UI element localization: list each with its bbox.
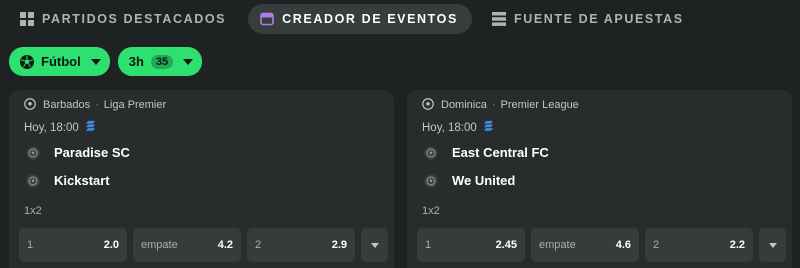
odd-value: 4.6 — [615, 239, 631, 251]
odd-button-home[interactable]: 1 2.0 — [19, 228, 127, 262]
more-markets-button[interactable] — [361, 228, 388, 262]
market-label: 1x2 — [24, 205, 42, 217]
event-time: Hoy, 18:00 — [422, 120, 494, 135]
league-label: Liga Premier — [103, 99, 167, 111]
live-stream-icon — [483, 120, 494, 135]
home-team: East Central FC — [424, 145, 549, 160]
league-header: Barbados · Liga Premier — [24, 98, 166, 112]
event-time: Hoy, 18:00 — [24, 120, 96, 135]
odd-value: 4.2 — [217, 239, 233, 251]
event-card[interactable]: Barbados · Liga Premier Hoy, 18:00 Parad… — [9, 90, 394, 268]
odd-button-home[interactable]: 1 2.45 — [417, 228, 525, 262]
away-team: Kickstart — [26, 173, 110, 188]
away-team-name: We United — [452, 173, 516, 188]
feed-icon — [491, 12, 506, 26]
calendar-icon — [260, 12, 274, 26]
odd-value: 2.0 — [103, 239, 119, 251]
odds-row: 1 2.0 empate 4.2 2 2.9 — [19, 228, 388, 262]
market-label: 1x2 — [422, 205, 440, 217]
chevron-down-icon — [370, 242, 379, 248]
top-tabs: PARTIDOS DESTACADOS CREADOR DE EVENTOS F… — [8, 4, 698, 34]
odd-value: 2.2 — [729, 239, 745, 251]
home-team: Paradise SC — [26, 145, 130, 160]
team-crest-icon — [424, 173, 438, 188]
chevron-down-icon — [768, 242, 777, 248]
grid-icon — [20, 12, 34, 26]
odd-button-away[interactable]: 2 2.9 — [247, 228, 355, 262]
timeframe-label: 3h — [128, 54, 144, 69]
tab-fuente-de-apuestas[interactable]: FUENTE DE APUESTAS — [480, 4, 698, 34]
tab-label: PARTIDOS DESTACADOS — [42, 12, 227, 26]
tab-creador-de-eventos[interactable]: CREADOR DE EVENTOS — [248, 4, 472, 34]
sport-filter-label: Fútbol — [41, 54, 81, 69]
sport-filter-dropdown[interactable]: Fútbol — [9, 47, 110, 76]
odd-label: 1 — [425, 239, 432, 251]
odd-label: empate — [539, 239, 576, 251]
away-team-name: Kickstart — [54, 173, 110, 188]
country-label: Barbados — [43, 99, 91, 111]
soccer-ball-icon — [20, 54, 34, 69]
timeframe-filter-dropdown[interactable]: 3h 35 — [117, 47, 203, 76]
tab-label: CREADOR DE EVENTOS — [282, 12, 458, 26]
event-card[interactable]: Dominica · Premier League Hoy, 18:00 Eas… — [407, 90, 792, 268]
league-label: Premier League — [500, 99, 579, 111]
chevron-down-icon — [183, 58, 194, 65]
odd-label: empate — [141, 239, 178, 251]
odd-button-draw[interactable]: empate 4.6 — [531, 228, 639, 262]
away-team: We United — [424, 173, 515, 188]
chevron-down-icon — [90, 58, 101, 65]
live-stream-icon — [85, 120, 96, 135]
team-crest-icon — [26, 145, 40, 160]
home-team-name: East Central FC — [452, 145, 549, 160]
odd-label: 2 — [653, 239, 660, 251]
home-team-name: Paradise SC — [54, 145, 130, 160]
odd-button-draw[interactable]: empate 4.2 — [133, 228, 241, 262]
event-time-label: Hoy, 18:00 — [422, 121, 477, 134]
filter-bar: Fútbol 3h 35 — [9, 47, 203, 76]
odds-row: 1 2.45 empate 4.6 2 2.2 — [417, 228, 786, 262]
separator-dot: · — [491, 99, 496, 111]
soccer-ball-icon — [24, 98, 38, 112]
soccer-ball-icon — [422, 98, 436, 112]
country-label: Dominica — [441, 99, 487, 111]
team-crest-icon — [26, 173, 40, 188]
more-markets-button[interactable] — [759, 228, 786, 262]
league-header: Dominica · Premier League — [422, 98, 579, 112]
odd-button-away[interactable]: 2 2.2 — [645, 228, 753, 262]
separator-dot: · — [95, 99, 99, 111]
odd-label: 1 — [27, 239, 34, 251]
tab-partidos-destacados[interactable]: PARTIDOS DESTACADOS — [8, 4, 240, 34]
tab-label: FUENTE DE APUESTAS — [513, 12, 684, 26]
odd-value: 2.9 — [331, 239, 347, 251]
odd-value: 2.45 — [495, 239, 517, 251]
team-crest-icon — [424, 145, 438, 160]
event-time-label: Hoy, 18:00 — [24, 121, 79, 134]
odd-label: 2 — [255, 239, 262, 251]
event-count-badge: 35 — [150, 54, 174, 69]
